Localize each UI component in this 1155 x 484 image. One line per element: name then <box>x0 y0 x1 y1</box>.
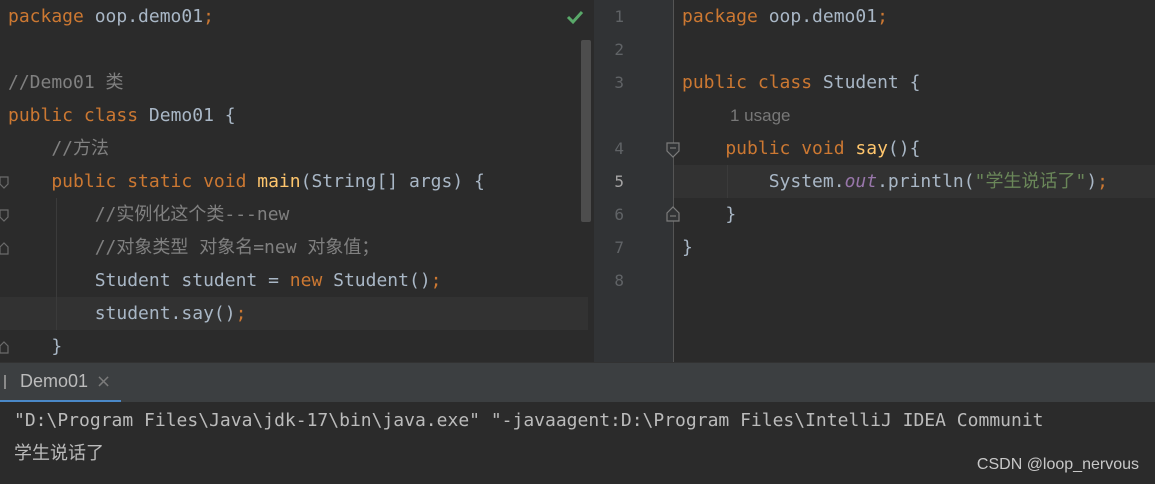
run-config-icon <box>4 374 14 389</box>
code-token: say <box>855 138 888 159</box>
code-token: } <box>682 204 737 225</box>
code-token: } <box>8 336 63 357</box>
code-line[interactable]: package oop.demo01; <box>0 0 588 33</box>
line-number: 4 <box>614 139 624 158</box>
left-editor[interactable]: package oop.demo01; //Demo01 类 public clas… <box>0 0 594 362</box>
line-number <box>594 99 624 132</box>
run-tab-label: Demo01 <box>20 371 89 391</box>
fold-marker-icon[interactable] <box>666 206 680 222</box>
code-line[interactable]: student.say(); <box>0 297 588 330</box>
fold-marker-icon[interactable] <box>0 176 10 190</box>
code-token: new <box>289 270 334 291</box>
code-token: (){ <box>887 138 921 159</box>
code-token: ; <box>877 6 888 27</box>
code-token: ; <box>1097 171 1108 192</box>
code-token: ; <box>235 303 247 324</box>
code-token: "学生说话了" <box>974 171 1087 192</box>
code-token: public class <box>8 105 149 126</box>
line-number: 8 <box>614 271 624 290</box>
indent-guide <box>727 165 728 198</box>
code-token: public static void <box>8 171 258 192</box>
code-token: package <box>682 6 758 27</box>
code-token: public void <box>682 138 856 159</box>
run-tool-header: Demo01 × <box>0 362 1155 403</box>
code-line[interactable]: //方法 <box>0 132 588 165</box>
code-token: Demo01 { <box>148 105 236 126</box>
code-token: ; <box>430 270 442 291</box>
line-number: 7 <box>614 238 624 257</box>
close-icon[interactable]: × <box>96 371 111 392</box>
code-token: main <box>257 171 301 192</box>
vertical-scrollbar[interactable] <box>581 40 591 222</box>
code-token: Student { <box>822 72 921 93</box>
line-number: 5 <box>614 172 624 191</box>
code-line[interactable]: Student student = new Student(); <box>0 264 588 297</box>
code-token: out <box>844 171 878 192</box>
code-line[interactable]: //实例化这个类---new <box>0 198 588 231</box>
check-icon[interactable] <box>566 9 584 25</box>
code-line[interactable]: public class Student { <box>682 66 920 99</box>
code-token: } <box>682 237 693 258</box>
code-line[interactable]: //Demo01 类 <box>0 66 588 99</box>
code-token: Student() <box>333 270 431 291</box>
code-line[interactable]: public static void main(String[] args) { <box>0 165 588 198</box>
console-command-line: "D:\Program Files\Java\jdk-17\bin\java.e… <box>14 410 1044 431</box>
fold-marker-icon[interactable] <box>0 241 10 255</box>
usage-hint[interactable]: 1 usage <box>730 99 791 132</box>
code-token: student.say() <box>8 303 236 324</box>
run-console[interactable]: "D:\Program Files\Java\jdk-17\bin\java.e… <box>0 402 1155 484</box>
code-token: ; <box>203 6 214 27</box>
line-number: 1 <box>614 7 624 26</box>
code-line[interactable]: } <box>682 231 693 264</box>
line-number: 2 <box>614 40 624 59</box>
code-token: System. <box>682 171 845 192</box>
code-token: oop.demo01 <box>83 6 204 27</box>
code-token: //实例化这个类---new <box>8 204 290 225</box>
code-line[interactable]: public class Demo01 { <box>0 99 588 132</box>
code-line[interactable]: //对象类型 对象名=new 对象值； <box>0 231 588 264</box>
line-number: 6 <box>614 205 624 224</box>
code-line[interactable] <box>0 33 588 66</box>
code-token: .println( <box>877 171 975 192</box>
fold-marker-icon[interactable] <box>666 142 680 158</box>
code-line[interactable]: } <box>0 330 588 362</box>
run-tab[interactable]: Demo01 × <box>0 363 122 403</box>
code-token: public class <box>682 72 823 93</box>
code-token: ) <box>1086 171 1098 192</box>
code-token: //方法 <box>8 138 110 159</box>
fold-marker-icon[interactable] <box>0 340 10 354</box>
code-line[interactable]: public void say(){ <box>682 132 920 165</box>
right-editor[interactable]: 1 package oop.demo01; 2 3 public class Stude… <box>594 0 1155 362</box>
code-token: (String[] args) { <box>300 171 485 192</box>
watermark: CSDN @loop_nervous <box>976 456 1139 473</box>
code-line[interactable]: } <box>682 198 736 231</box>
code-line[interactable]: System.out.println("学生说话了"); <box>682 165 1108 198</box>
code-token: oop.demo01 <box>757 6 878 27</box>
fold-marker-icon[interactable] <box>0 209 10 223</box>
code-token: //对象类型 对象名=new 对象值； <box>8 237 380 258</box>
code-token: Student student = <box>8 270 290 291</box>
line-number: 3 <box>614 73 624 92</box>
code-token: //Demo01 类 <box>8 72 124 93</box>
code-line[interactable]: package oop.demo01; <box>682 0 888 33</box>
indent-guide <box>56 198 57 330</box>
console-output-line: 学生说话了 <box>14 443 104 464</box>
code-token: package <box>8 6 84 27</box>
